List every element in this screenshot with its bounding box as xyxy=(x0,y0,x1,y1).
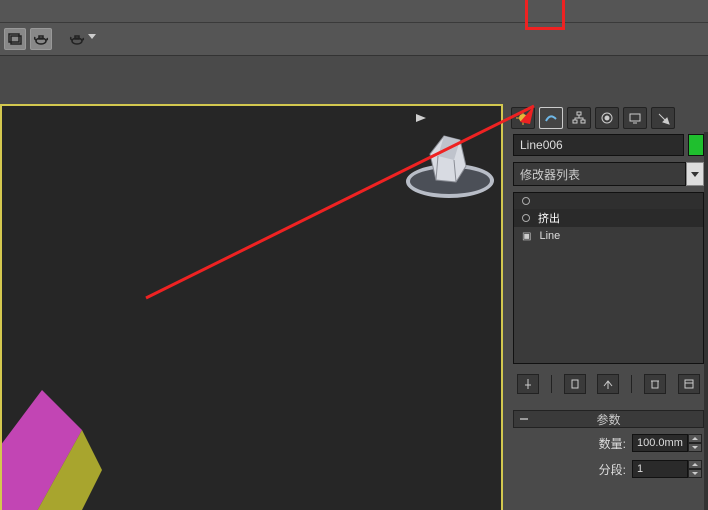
toolbar-separator xyxy=(0,22,708,23)
rollout-header[interactable]: 参数 xyxy=(513,410,704,428)
object-color-swatch[interactable] xyxy=(688,134,704,156)
panel-scrollbar[interactable] xyxy=(704,132,708,510)
amount-input[interactable] xyxy=(632,434,688,452)
modifier-list-row: 修改器列表 xyxy=(505,160,708,186)
show-end-result-button[interactable] xyxy=(564,374,586,394)
separator xyxy=(631,375,632,393)
tab-display[interactable] xyxy=(623,107,647,129)
command-panel-tabs xyxy=(505,104,708,132)
top-toolbar xyxy=(0,0,708,56)
scene-flag-icon xyxy=(416,114,426,122)
stack-toolbar xyxy=(513,372,704,396)
parameters-rollout: 参数 数量: 分段: xyxy=(513,410,704,480)
scene-pillar-object xyxy=(426,130,470,184)
eye-icon xyxy=(522,197,530,205)
command-panel: 修改器列表 挤出 ▣ Line 参数 数量: xyxy=(505,104,708,510)
tab-motion[interactable] xyxy=(595,107,619,129)
segments-label: 分段: xyxy=(599,461,626,478)
param-amount-row: 数量: xyxy=(513,432,704,454)
annotation-red-box xyxy=(525,0,565,30)
dropdown-triangle-icon xyxy=(88,34,96,39)
spin-down-icon[interactable] xyxy=(688,443,702,452)
tab-utilities[interactable] xyxy=(651,107,675,129)
rollout-title: 参数 xyxy=(596,411,620,428)
modifier-stack[interactable]: 挤出 ▣ Line xyxy=(513,192,704,364)
stack-item-extrude[interactable]: 挤出 xyxy=(514,209,703,227)
segments-input[interactable] xyxy=(632,460,688,478)
separator xyxy=(551,375,552,393)
teapot-dropdown-icon[interactable] xyxy=(66,28,88,50)
stack-item-line[interactable]: ▣ Line xyxy=(514,227,703,245)
segments-spinner[interactable] xyxy=(632,460,702,478)
amount-label: 数量: xyxy=(599,435,626,452)
ribbon-space xyxy=(0,56,708,104)
stack-item-label: Line xyxy=(539,230,560,242)
teapot-tool-icon[interactable] xyxy=(30,28,52,50)
tab-create[interactable] xyxy=(511,107,535,129)
eye-icon[interactable] xyxy=(522,214,530,222)
modifier-list-drop-icon[interactable] xyxy=(686,162,704,186)
object-name-input[interactable] xyxy=(513,134,684,156)
modifier-list-combo[interactable]: 修改器列表 xyxy=(513,162,686,186)
layer-tool-icon[interactable] xyxy=(4,28,26,50)
tab-hierarchy[interactable] xyxy=(567,107,591,129)
pin-stack-button[interactable] xyxy=(517,374,539,394)
tab-modify[interactable] xyxy=(539,107,563,129)
expand-icon[interactable]: ▣ xyxy=(522,231,531,242)
scene-object-bottom-left xyxy=(0,350,122,510)
stack-header xyxy=(514,193,703,209)
remove-modifier-button[interactable] xyxy=(644,374,666,394)
spin-up-icon[interactable] xyxy=(688,460,702,469)
viewport[interactable] xyxy=(0,104,503,510)
amount-spinner[interactable] xyxy=(632,434,702,452)
make-unique-button[interactable] xyxy=(597,374,619,394)
object-name-row xyxy=(505,132,708,160)
param-segments-row: 分段: xyxy=(513,458,704,480)
spin-up-icon[interactable] xyxy=(688,434,702,443)
collapse-icon xyxy=(520,418,528,420)
configure-sets-button[interactable] xyxy=(678,374,700,394)
spin-down-icon[interactable] xyxy=(688,469,702,478)
stack-item-label: 挤出 xyxy=(538,210,560,226)
